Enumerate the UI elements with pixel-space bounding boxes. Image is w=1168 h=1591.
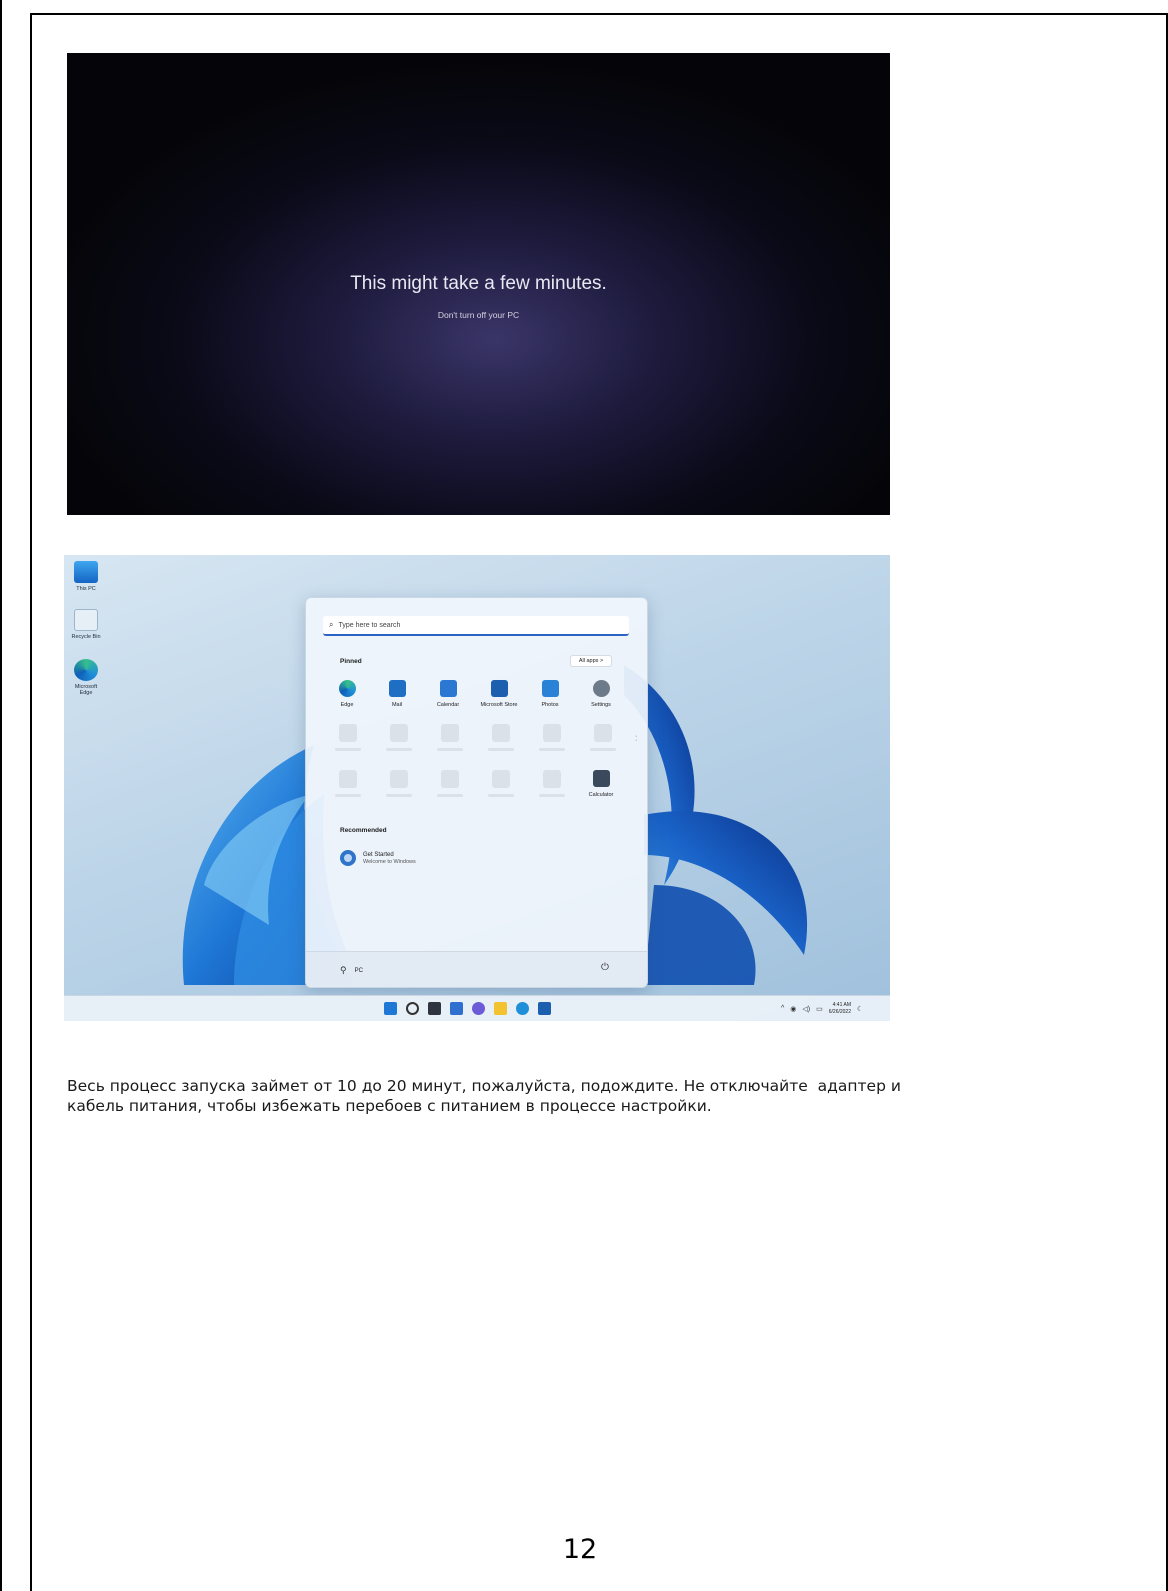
recommended-title: Recommended <box>340 827 387 834</box>
placeholder-bar <box>590 748 616 751</box>
placeholder-bar <box>335 748 361 751</box>
system-tray: ^ ◉ ◁) ▭ 4:41 AM 6/26/2022 ☾ <box>781 1002 863 1015</box>
desktop-icon-edge[interactable]: Microsoft Edge <box>68 659 104 696</box>
power-icon[interactable]: ⏻ <box>601 962 609 973</box>
placeholder-bar <box>386 794 412 797</box>
calendar-icon <box>439 680 457 697</box>
pinned-app-edge[interactable]: Edge <box>323 680 371 708</box>
edge-icon <box>74 659 98 681</box>
placeholder-tile <box>339 724 357 742</box>
placeholder-tile <box>543 724 561 742</box>
page-dots-icon[interactable]: · · <box>635 733 637 744</box>
setup-screenshot: This might take a few minutes. Don't tur… <box>67 53 890 515</box>
search-icon: ⌕ <box>329 620 334 629</box>
pinned-app-calculator[interactable]: Calculator <box>577 770 625 798</box>
file-explorer-icon[interactable] <box>494 1002 507 1015</box>
recycle-bin-icon <box>74 609 98 631</box>
settings-icon <box>592 680 610 697</box>
placeholder-tile <box>390 724 408 742</box>
edge-icon <box>338 680 356 697</box>
placeholder-tile <box>492 770 510 788</box>
pinned-app-mail[interactable]: Mail <box>373 680 421 708</box>
pinned-app-calendar[interactable]: Calendar <box>424 680 472 708</box>
start-menu: ⌕ Type here to search Pinned All apps > … <box>305 597 648 988</box>
placeholder-tile <box>441 724 459 742</box>
battery-icon[interactable]: ▭ <box>816 1005 823 1013</box>
setup-subtitle: Don't turn off your PC <box>437 310 520 320</box>
mail-icon <box>388 680 406 697</box>
left-margin-line <box>0 0 3 1591</box>
placeholder-bar <box>488 748 514 751</box>
user-icon: ⚲ <box>340 965 347 975</box>
recommended-get-started[interactable]: Get Started Welcome to Windows <box>340 850 416 866</box>
pinned-app-store[interactable]: Microsoft Store <box>475 680 523 708</box>
placeholder-bar <box>437 748 463 751</box>
desktop-icon-this-pc[interactable]: This PC <box>68 561 104 592</box>
pinned-title: Pinned <box>340 658 362 665</box>
setup-title: This might take a few minutes. <box>350 273 607 294</box>
placeholder-bar <box>488 794 514 797</box>
clock[interactable]: 4:41 AM 6/26/2022 <box>829 1002 851 1015</box>
placeholder-tile <box>441 770 459 788</box>
search-icon[interactable] <box>406 1002 419 1015</box>
volume-icon[interactable]: ◁) <box>802 1005 810 1013</box>
start-icon[interactable] <box>384 1002 397 1015</box>
task-view-icon[interactable] <box>428 1002 441 1015</box>
placeholder-tile <box>390 770 408 788</box>
widgets-icon[interactable] <box>450 1002 463 1015</box>
placeholder-bar <box>335 794 361 797</box>
start-menu-footer: ⚲ PC ⏻ <box>306 951 647 987</box>
pinned-app-settings[interactable]: Settings <box>577 680 625 708</box>
calculator-icon <box>592 770 610 787</box>
store-icon[interactable] <box>538 1002 551 1015</box>
desktop-icon-recycle-bin[interactable]: Recycle Bin <box>68 609 104 640</box>
placeholder-bar <box>437 794 463 797</box>
chat-icon[interactable] <box>472 1002 485 1015</box>
chevron-up-icon[interactable]: ^ <box>781 1005 784 1012</box>
placeholder-bar <box>539 748 565 751</box>
start-search-input[interactable]: ⌕ Type here to search <box>323 616 629 636</box>
pinned-app-photos[interactable]: Photos <box>526 680 574 708</box>
instruction-text: Весь процесс запуска займет от 10 до 20 … <box>67 1077 901 1115</box>
placeholder-tile <box>594 724 612 742</box>
taskbar: ^ ◉ ◁) ▭ 4:41 AM 6/26/2022 ☾ <box>64 995 890 1021</box>
edge-icon[interactable] <box>516 1002 529 1015</box>
page-number: 12 <box>562 1534 598 1565</box>
user-account-button[interactable]: ⚲ PC <box>340 965 363 976</box>
placeholder-tile <box>543 770 561 788</box>
get-started-icon <box>340 850 356 866</box>
placeholder-bar <box>386 748 412 751</box>
network-icon[interactable]: ◉ <box>790 1005 796 1013</box>
store-icon <box>490 680 508 697</box>
all-apps-button[interactable]: All apps > <box>570 655 612 667</box>
placeholder-tile <box>492 724 510 742</box>
notification-icon[interactable]: ☾ <box>857 1005 863 1013</box>
placeholder-bar <box>539 794 565 797</box>
photos-icon <box>541 680 559 697</box>
desktop-screenshot: This PC Recycle Bin Microsoft Edge ⌕ Typ… <box>64 555 890 1021</box>
this-pc-icon <box>74 561 98 583</box>
placeholder-tile <box>339 770 357 788</box>
